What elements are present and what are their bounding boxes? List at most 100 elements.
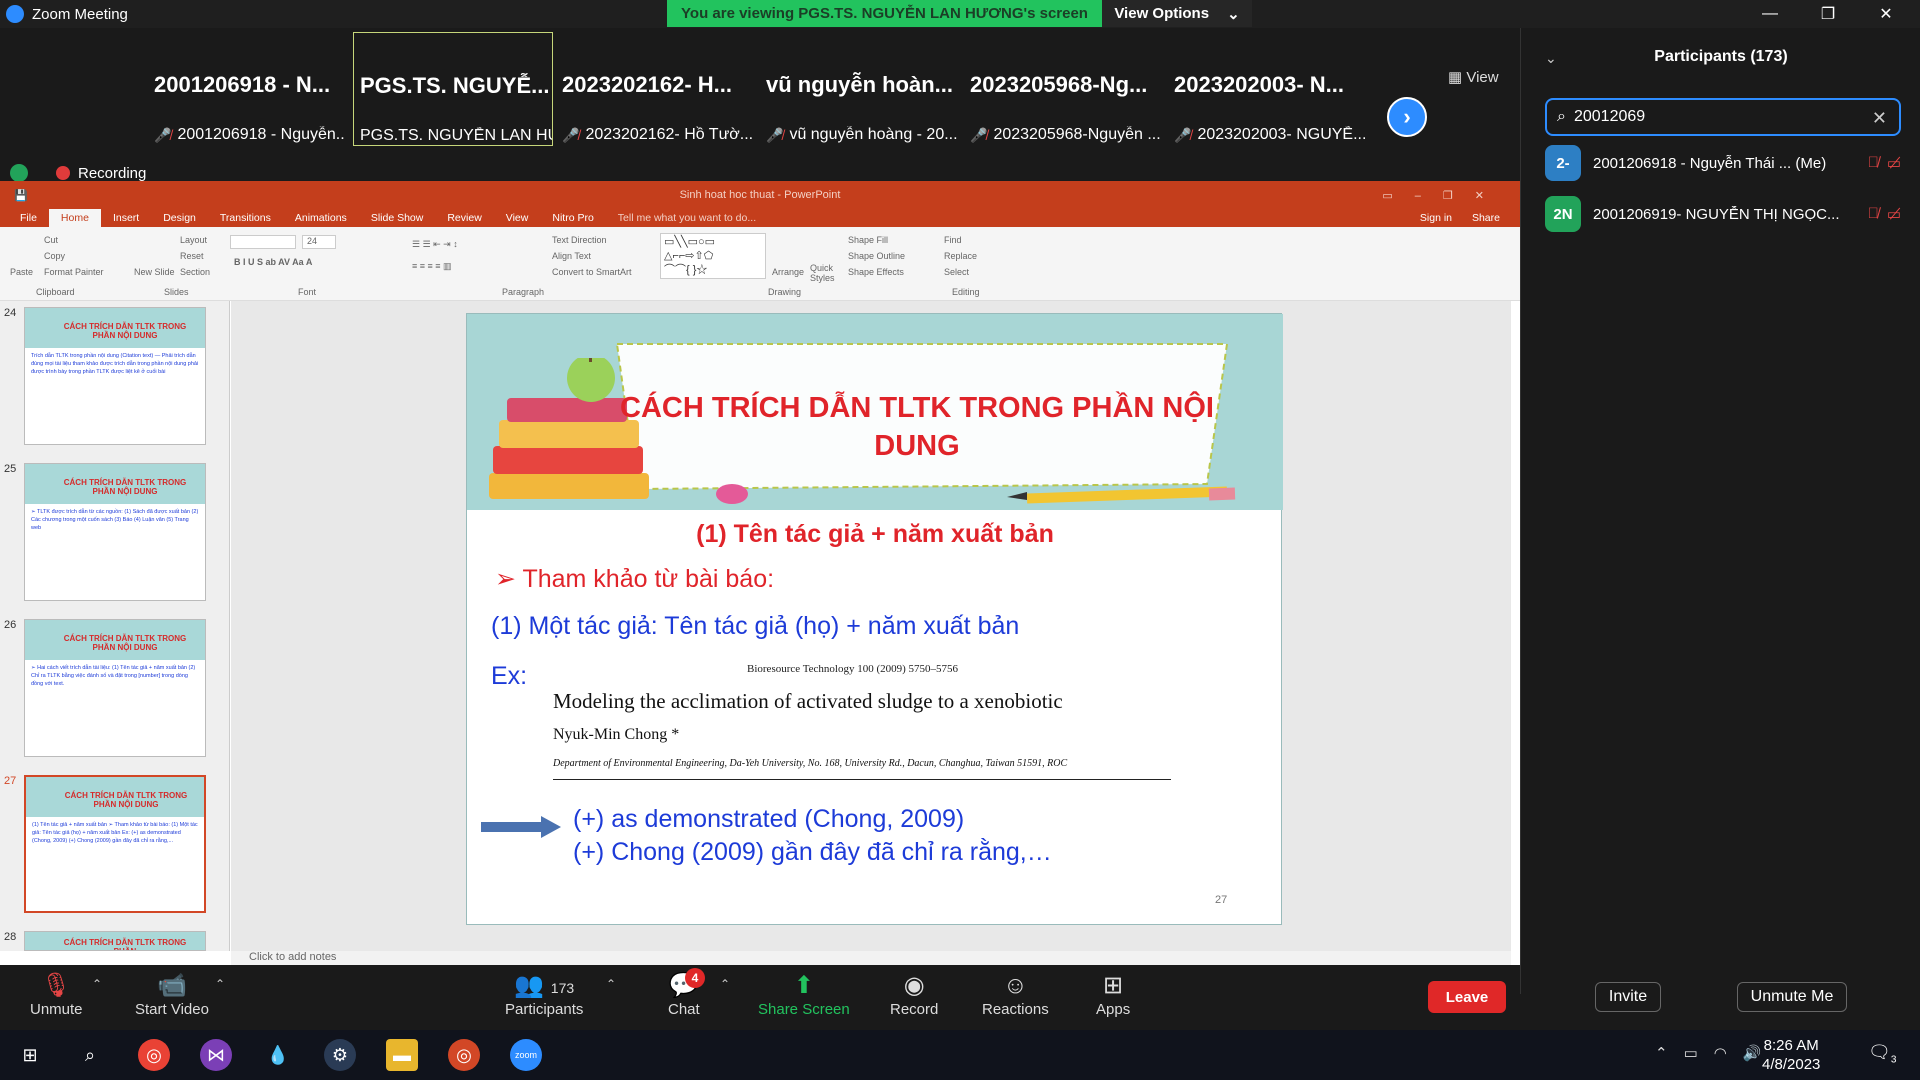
view-options-button[interactable]: View Options ⌄: [1102, 0, 1252, 27]
search-icon[interactable]: ⌕: [74, 1039, 106, 1071]
participant-row[interactable]: 2N 2001206919- NGUYỄN THỊ NGỌC... 🎙̸ ▭̸: [1545, 194, 1901, 234]
select-button[interactable]: Select: [944, 267, 969, 277]
cut-button[interactable]: Cut: [44, 235, 58, 245]
align-text-button[interactable]: Align Text: [552, 251, 591, 261]
smartart-button[interactable]: Convert to SmartArt: [552, 267, 632, 277]
tab-design[interactable]: Design: [151, 212, 208, 224]
slide-thumbnail[interactable]: CÁCH TRÍCH DẪN TLTK TRONG PHẦN NỘI DUNG …: [24, 307, 206, 445]
apps-button[interactable]: ⊞ Apps: [1096, 971, 1130, 1018]
participants-button[interactable]: 👥 173 Participants: [505, 971, 583, 1018]
reset-button[interactable]: Reset: [180, 251, 204, 261]
recording-label: Recording: [78, 164, 147, 182]
ppt-window-controls[interactable]: ▭–❐✕: [1382, 189, 1506, 202]
video-thumbnail[interactable]: 2001206918 - N... 🎤̸ 2001206918 - Nguyễn.…: [148, 32, 348, 146]
participant-row[interactable]: 2- 2001206918 - Nguyễn Thái ... (Me) 🎙̸ ▭…: [1545, 143, 1901, 183]
tab-insert[interactable]: Insert: [101, 212, 151, 224]
chrome-icon[interactable]: ◎: [138, 1039, 170, 1071]
taskbar-clock[interactable]: 8:26 AM 4/8/2023: [1762, 1036, 1820, 1074]
align-buttons[interactable]: ≡ ≡ ≡ ≡ ▥: [412, 261, 452, 272]
find-button[interactable]: Find: [944, 235, 962, 245]
view-button[interactable]: ▦ View: [1448, 68, 1499, 86]
font-family-select[interactable]: [230, 235, 296, 249]
ppt-save-icon[interactable]: 💾: [14, 189, 28, 202]
start-video-button[interactable]: 📹 Start Video: [135, 971, 209, 1018]
visual-studio-icon[interactable]: ⋈: [200, 1039, 232, 1071]
minimize-button[interactable]: —: [1742, 0, 1798, 28]
steam-icon[interactable]: ⚙: [324, 1039, 356, 1071]
volume-icon[interactable]: 🔊: [1743, 1044, 1762, 1062]
file-explorer-icon[interactable]: ▬: [386, 1039, 418, 1071]
restore-button[interactable]: ❐: [1800, 0, 1856, 28]
clear-search-icon[interactable]: ✕: [1872, 108, 1887, 129]
reactions-button[interactable]: ☺ Reactions: [982, 971, 1049, 1018]
audio-options-caret-icon[interactable]: ⌃: [92, 977, 102, 991]
wifi-icon[interactable]: ◠: [1714, 1044, 1727, 1062]
thumbnail-caption: 2001206918 - Nguyễn...: [177, 126, 346, 143]
slide-thumbnail-selected[interactable]: CÁCH TRÍCH DẪN TLTK TRONG PHẦN NỘI DUNG …: [24, 775, 206, 913]
tab-file[interactable]: File: [8, 212, 49, 224]
arrange-button[interactable]: Arrange: [772, 267, 804, 277]
slide-thumbnail[interactable]: CÁCH TRÍCH DẪN TLTK TRONG PHẦN NỘI DUNG …: [24, 463, 206, 601]
tab-review[interactable]: Review: [435, 212, 493, 224]
unmute-me-button[interactable]: Unmute Me: [1737, 982, 1847, 1012]
record-dot-icon: [56, 166, 70, 180]
share-button[interactable]: Share: [1460, 212, 1512, 224]
tab-transitions[interactable]: Transitions: [208, 212, 283, 224]
bullets-buttons[interactable]: ☰ ☰ ⇤ ⇥ ↕: [412, 239, 458, 250]
replace-button[interactable]: Replace: [944, 251, 977, 261]
drop-app-icon[interactable]: 💧: [262, 1039, 294, 1071]
tab-home[interactable]: Home: [48, 209, 101, 227]
sign-in-link[interactable]: Sign in: [1408, 212, 1464, 224]
shape-outline-button[interactable]: Shape Outline: [848, 251, 905, 261]
new-slide-button[interactable]: New Slide: [134, 267, 175, 277]
tab-view[interactable]: View: [494, 212, 541, 224]
share-screen-button[interactable]: ⬆ Share Screen: [758, 971, 850, 1018]
thumbnail-subtitle: 🎤̸ 2023205968-Nguyễn ...: [970, 126, 1162, 144]
current-slide[interactable]: CÁCH TRÍCH DẪN TLTK TRONG PHẦN NỘI DUNG …: [466, 313, 1283, 925]
font-size-select[interactable]: 24: [302, 235, 336, 249]
text-direction-button[interactable]: Text Direction: [552, 235, 607, 245]
font-format-buttons[interactable]: B I U S ab AV Aa A: [234, 257, 312, 267]
quick-styles-button[interactable]: Quick Styles: [810, 263, 842, 283]
video-options-caret-icon[interactable]: ⌃: [215, 977, 225, 991]
shape-fill-button[interactable]: Shape Fill: [848, 235, 888, 245]
zoom-app-icon[interactable]: zoom: [510, 1039, 542, 1071]
thumb-title: CÁCH TRÍCH DẪN TLTK TRONG PHẦN NỘI DUNG: [63, 478, 187, 496]
windows-start-icon[interactable]: ⊞: [14, 1039, 46, 1071]
shape-effects-button[interactable]: Shape Effects: [848, 267, 904, 277]
video-thumbnail[interactable]: 2023202003- N... 🎤̸ 2023202003- NGUYỄ...: [1168, 32, 1368, 146]
video-thumbnail[interactable]: 2023202162- H... 🎤̸ 2023202162- Hồ Tườ...: [556, 32, 756, 146]
invite-button[interactable]: Invite: [1595, 982, 1661, 1012]
slide-thumbnail[interactable]: CÁCH TRÍCH DẪN TLTK TRONG PHẦN: [24, 931, 206, 951]
tray-chevron-icon[interactable]: ⌃: [1655, 1044, 1668, 1062]
participants-caret-icon[interactable]: ⌃: [606, 977, 616, 991]
format-painter-button[interactable]: Format Painter: [44, 267, 104, 277]
slide-thumbnail[interactable]: CÁCH TRÍCH DẪN TLTK TRONG PHẦN NỘI DUNG …: [24, 619, 206, 757]
tab-slide-show[interactable]: Slide Show: [359, 212, 436, 224]
participant-search-input[interactable]: ⌕ 20012069 ✕: [1545, 98, 1901, 136]
unmute-button[interactable]: 🎙 Unmute: [30, 971, 83, 1018]
paste-button[interactable]: Paste: [10, 267, 33, 277]
participant-name: PGS.TS. NGUYỄ...: [360, 73, 550, 98]
copy-button[interactable]: Copy: [44, 251, 65, 261]
video-thumbnail-active[interactable]: PGS.TS. NGUYỄ... PGS.TS. NGUYỄN LAN HƯ..…: [353, 32, 553, 146]
notification-center-icon[interactable]: 🗨3: [1868, 1042, 1896, 1066]
chat-caret-icon[interactable]: ⌃: [720, 977, 730, 991]
next-page-arrow-icon[interactable]: ›: [1387, 97, 1427, 137]
leave-button[interactable]: Leave: [1428, 981, 1506, 1013]
tell-me-search[interactable]: Tell me what you want to do...: [606, 212, 768, 224]
battery-icon[interactable]: ▭: [1684, 1044, 1698, 1062]
chrome-profile-icon[interactable]: ◎: [448, 1039, 480, 1071]
tab-nitro-pro[interactable]: Nitro Pro: [540, 212, 605, 224]
close-button[interactable]: ✕: [1858, 0, 1914, 28]
participant-name: 2023205968-Ng...: [970, 72, 1148, 97]
tab-animations[interactable]: Animations: [283, 212, 359, 224]
shapes-gallery[interactable]: ▭╲╲▭○▭ △⌐⌐⇨⇧⬠ ⌒⌒{ }☆: [660, 233, 766, 279]
reactions-label: Reactions: [982, 1001, 1049, 1018]
record-button[interactable]: ◉ Record: [890, 971, 938, 1018]
notes-pane[interactable]: Click to add notes: [231, 951, 1511, 965]
section-button[interactable]: Section: [180, 267, 210, 277]
video-thumbnail[interactable]: 2023205968-Ng... 🎤̸ 2023205968-Nguyễn ...: [964, 32, 1164, 146]
video-thumbnail[interactable]: vũ nguyễn hoàn... 🎤̸ vũ nguyễn hoàng - 20…: [760, 32, 960, 146]
layout-button[interactable]: Layout: [180, 235, 207, 245]
